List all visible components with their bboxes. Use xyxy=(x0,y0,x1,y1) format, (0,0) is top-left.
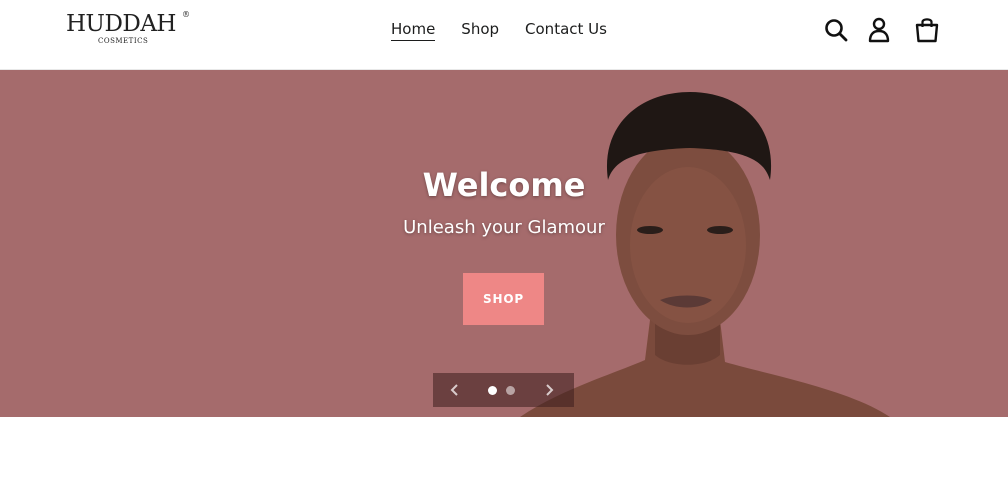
slideshow-controls xyxy=(433,373,574,407)
hero-title: Welcome xyxy=(422,166,586,204)
brand-tagline: COSMETICS xyxy=(98,37,149,45)
account-icon[interactable] xyxy=(865,15,893,45)
site-header: HUDDAH ® COSMETICS Home Shop Contact Us xyxy=(0,0,1008,70)
chevron-right-icon[interactable] xyxy=(541,382,557,398)
registered-mark: ® xyxy=(182,10,190,19)
nav-item-contact-us[interactable]: Contact Us xyxy=(525,19,607,41)
nav-item-home[interactable]: Home xyxy=(391,19,436,41)
chevron-left-icon[interactable] xyxy=(447,382,463,398)
cart-icon[interactable] xyxy=(913,15,941,45)
page-content-area xyxy=(0,417,1008,483)
main-nav: Home Shop Contact Us xyxy=(391,19,633,41)
slide-dot-2[interactable] xyxy=(506,386,515,395)
hero-slideshow: Welcome Unleash your Glamour SHOP xyxy=(0,70,1008,417)
slide-dot-1[interactable] xyxy=(488,386,497,395)
shop-button[interactable]: SHOP xyxy=(463,273,544,325)
nav-item-shop[interactable]: Shop xyxy=(461,19,499,41)
brand-logo[interactable]: HUDDAH ® COSMETICS xyxy=(66,10,190,48)
hero-subtitle: Unleash your Glamour xyxy=(403,217,605,238)
brand-name: HUDDAH xyxy=(66,11,177,37)
hero-model-image xyxy=(520,92,890,417)
search-icon[interactable] xyxy=(823,15,851,45)
